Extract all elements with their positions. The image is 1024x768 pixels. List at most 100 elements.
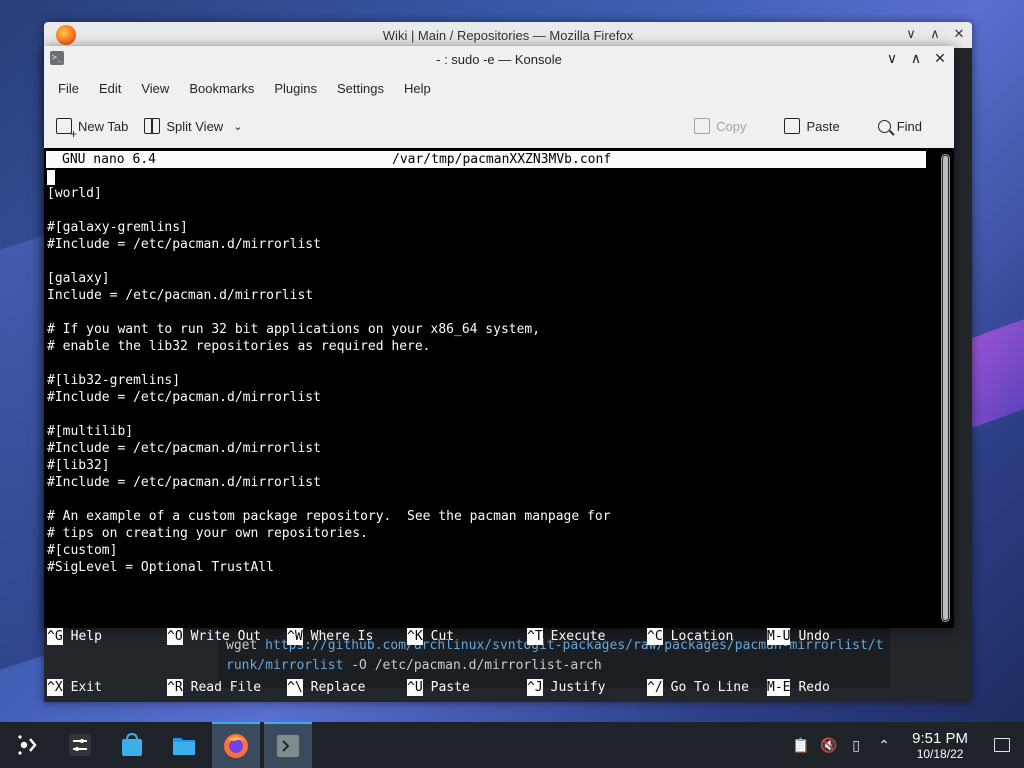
konsole-window: >_ - : sudo -e — Konsole ∨ ∧ ✕ File Edit…: [44, 46, 954, 696]
shortcut-key: ^/: [647, 679, 663, 696]
menu-settings[interactable]: Settings: [327, 81, 394, 96]
firefox-icon: [224, 734, 248, 758]
taskbar-discover-button[interactable]: [108, 722, 156, 768]
nano-shortcut: ^R Read File: [167, 679, 287, 696]
application-launcher-button[interactable]: [4, 722, 52, 768]
shortcut-label: Replace: [310, 680, 366, 695]
paste-button[interactable]: Paste: [784, 118, 840, 134]
menu-help[interactable]: Help: [394, 81, 441, 96]
scrollbar-thumb[interactable]: [943, 156, 948, 620]
shortcut-label: Location: [670, 629, 734, 644]
nano-shortcut: ^/ Go To Line: [647, 679, 767, 696]
menu-edit[interactable]: Edit: [89, 81, 131, 96]
new-tab-button[interactable]: New Tab: [56, 118, 128, 140]
paste-label: Paste: [806, 118, 840, 134]
minimize-icon[interactable]: ∨: [884, 49, 900, 67]
close-icon[interactable]: ✕: [932, 49, 948, 67]
editor-content[interactable]: [world] #[galaxy-gremlins] #Include = /etc…: [47, 185, 611, 576]
split-view-button[interactable]: Split View ⌄: [144, 118, 242, 134]
nano-shortcut: ^K Cut: [407, 628, 527, 645]
shortcut-key: ^K: [407, 628, 423, 645]
editor-line: #Include = /etc/pacman.d/mirrorlist: [47, 475, 321, 490]
terminal-area[interactable]: GNU nano 6.4/var/tmp/pacmanXXZN3MVb.conf…: [44, 148, 954, 696]
shortcut-key: ^U: [407, 679, 423, 696]
minimize-icon[interactable]: ∨: [904, 26, 918, 42]
split-view-icon: [144, 118, 161, 134]
settings-icon: [69, 734, 91, 756]
copy-button[interactable]: Copy: [694, 118, 746, 134]
firefox-titlebar[interactable]: Wiki | Main / Repositories — Mozilla Fir…: [44, 22, 972, 48]
usb-device-icon[interactable]: ▯: [848, 737, 864, 753]
shortcut-label: Paste: [430, 680, 470, 695]
taskbar-konsole-button[interactable]: [264, 722, 312, 768]
editor-line: #Include = /etc/pacman.d/mirrorlist: [47, 237, 321, 252]
clipboard-icon[interactable]: 📋: [792, 737, 809, 753]
shortcut-label: Justify: [550, 680, 606, 695]
editor-line: Include = /etc/pacman.d/mirrorlist: [47, 288, 314, 303]
chevron-down-icon[interactable]: ⌄: [233, 120, 242, 133]
nano-shortcut: ^O Write Out: [167, 628, 287, 645]
konsole-titlebar[interactable]: >_ - : sudo -e — Konsole ∨ ∧ ✕: [44, 46, 954, 72]
menu-bookmarks[interactable]: Bookmarks: [179, 81, 264, 96]
taskbar-firefox-button[interactable]: [212, 722, 260, 768]
editor-line: #[multilib]: [47, 424, 134, 439]
firefox-window-title: Wiki | Main / Repositories — Mozilla Fir…: [382, 27, 634, 43]
shortcut-key: M-U: [767, 628, 791, 645]
shortcut-key: M-E: [767, 679, 791, 696]
shortcut-label: Read File: [190, 680, 262, 695]
shortcut-label: Redo: [798, 680, 830, 695]
digital-clock[interactable]: 9:51 PM 10/18/22: [912, 730, 968, 761]
show-desktop-icon[interactable]: [994, 738, 1010, 752]
maximize-icon[interactable]: ∧: [928, 26, 942, 42]
nano-header: GNU nano 6.4/var/tmp/pacmanXXZN3MVb.conf: [46, 151, 926, 168]
editor-line: # tips on creating your own repositories…: [47, 526, 368, 541]
taskbar-dolphin-button[interactable]: [160, 722, 208, 768]
nano-filename: /var/tmp/pacmanXXZN3MVb.conf: [392, 152, 612, 167]
editor-line: #Include = /etc/pacman.d/mirrorlist: [47, 441, 321, 456]
close-icon[interactable]: ✕: [952, 26, 966, 42]
nano-shortcut: M-E Redo: [767, 679, 887, 696]
konsole-window-title: - : sudo -e — Konsole: [436, 51, 562, 67]
shortcut-label: Cut: [430, 629, 455, 644]
menu-bar: File Edit View Bookmarks Plugins Setting…: [44, 72, 954, 104]
editor-line: #[lib32-gremlins]: [47, 373, 181, 388]
nano-shortcut: ^J Justify: [527, 679, 647, 696]
shortcut-label: Go To Line: [670, 680, 749, 695]
shortcut-label: Undo: [798, 629, 830, 644]
shortcut-row: ^G Help ^O Write Out ^W Where Is ^K Cut ^T Execut…: [47, 628, 887, 645]
shortcut-label: Write Out: [190, 629, 262, 644]
clock-date: 10/18/22: [916, 746, 964, 761]
nano-shortcut: ^X Exit: [47, 679, 167, 696]
file-manager-icon: [173, 738, 195, 755]
chevron-up-icon[interactable]: ⌃: [876, 737, 892, 753]
editor-line: #[galaxy-gremlins]: [47, 220, 188, 235]
taskbar-settings-button[interactable]: [56, 722, 104, 768]
nano-shortcut: ^W Where Is: [287, 628, 407, 645]
shortcut-key: ^C: [647, 628, 663, 645]
editor-line: #[custom]: [47, 543, 118, 558]
menu-file[interactable]: File: [48, 81, 89, 96]
shortcut-label: Exit: [70, 680, 102, 695]
menu-view[interactable]: View: [131, 81, 179, 96]
maximize-icon[interactable]: ∧: [908, 49, 924, 67]
nano-shortcut: ^\ Replace: [287, 679, 407, 696]
nano-shortcut: M-U Undo: [767, 628, 887, 645]
find-button[interactable]: Find: [877, 119, 922, 134]
shortcut-key: ^J: [527, 679, 543, 696]
editor-line: #SigLevel = Optional TrustAll: [47, 560, 274, 575]
shortcut-key: ^\: [287, 679, 303, 696]
scrollbar[interactable]: [941, 154, 950, 622]
split-view-label: Split View: [166, 118, 224, 134]
editor-line: #Include = /etc/pacman.d/mirrorlist: [47, 390, 321, 405]
text-cursor: [47, 170, 55, 185]
menu-plugins[interactable]: Plugins: [264, 81, 327, 96]
shortcut-label: Where Is: [310, 629, 374, 644]
volume-muted-icon[interactable]: 🔇: [820, 737, 837, 753]
shortcut-label: Help: [70, 629, 102, 644]
editor-line: # enable the lib32 repositories as requi…: [47, 339, 431, 354]
editor-line: # An example of a custom package reposit…: [47, 509, 611, 524]
